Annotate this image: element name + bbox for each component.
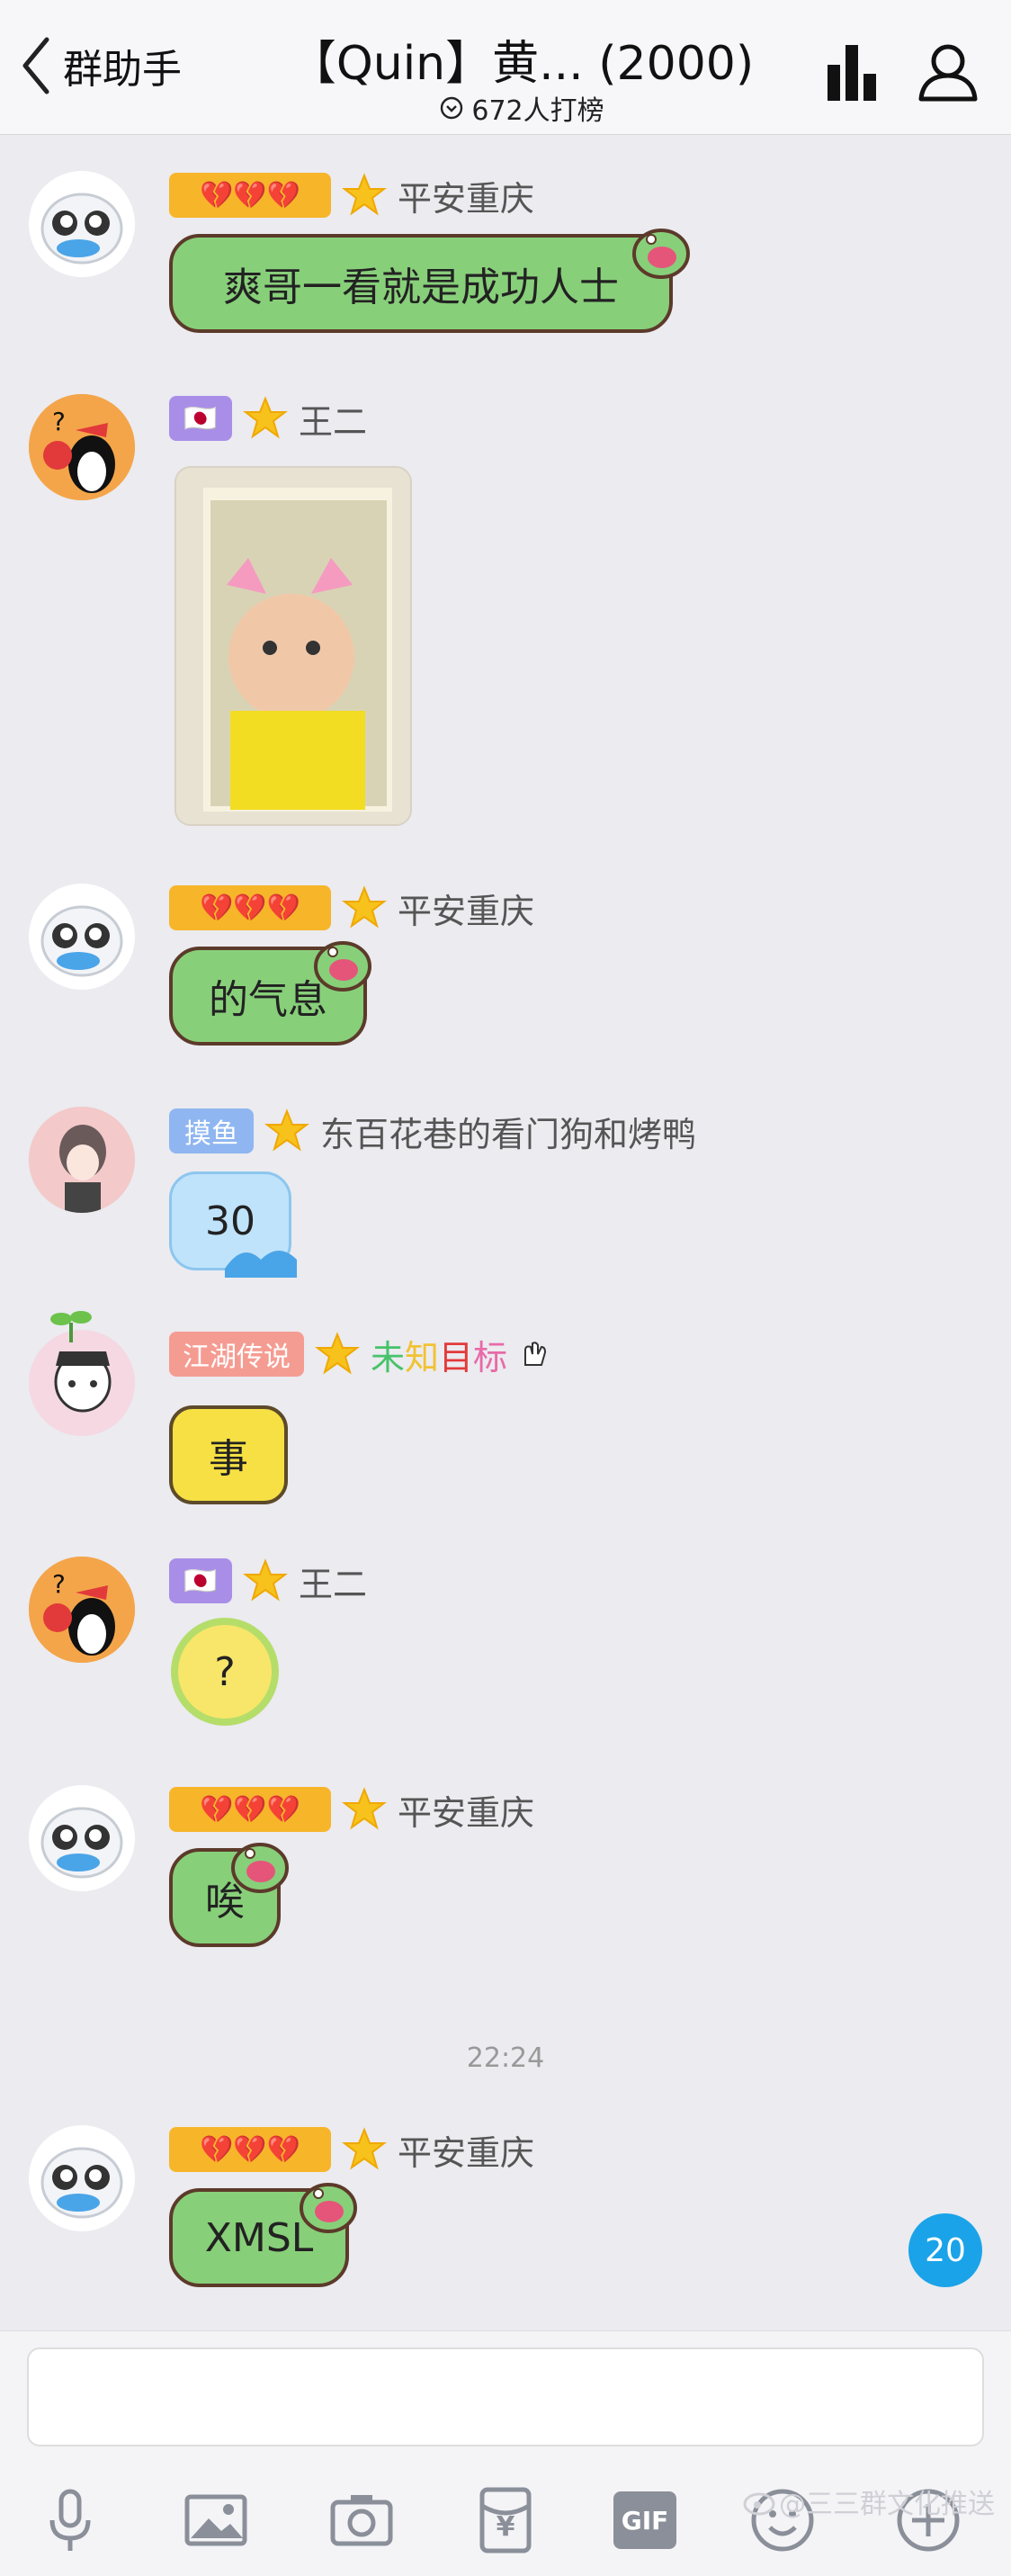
manga-avatar-icon xyxy=(29,1330,135,1436)
name-char: 知 xyxy=(405,1337,440,1378)
sender-name: 东百花巷的看门狗和烤鸭 xyxy=(320,1114,697,1154)
chevron-left-icon xyxy=(22,37,49,94)
panda-avatar-icon xyxy=(29,884,135,990)
watermark-text: @三三群文化推送 xyxy=(779,2489,995,2520)
sender-name: 平安重庆 xyxy=(398,1792,535,1833)
group-members-icon[interactable] xyxy=(914,38,982,106)
avatar[interactable] xyxy=(29,1107,135,1213)
member-badge: 💔💔💔 xyxy=(169,173,331,218)
star-icon xyxy=(342,2127,387,2170)
member-badge: 💔💔💔 xyxy=(169,885,331,930)
avatar[interactable] xyxy=(29,1330,135,1436)
yen-label: ¥ xyxy=(496,2511,515,2543)
anime-avatar-icon xyxy=(29,1107,135,1213)
message-bubble[interactable]: ? xyxy=(171,1618,279,1726)
dino-sticker-icon xyxy=(231,1843,289,1893)
star-icon xyxy=(342,173,387,216)
bar-chart-icon[interactable] xyxy=(820,38,889,106)
star-icon xyxy=(243,1558,288,1602)
message-bubble[interactable]: 爽哥一看就是成功人士 xyxy=(169,234,673,333)
name-char: 目 xyxy=(439,1337,474,1378)
sprout-icon xyxy=(50,1311,92,1342)
star-icon xyxy=(315,1332,360,1375)
timestamp: 22:24 xyxy=(466,2042,545,2074)
star-icon xyxy=(342,885,387,929)
message-list[interactable]: 💔💔💔 平安重庆 爽哥一看就是成功人士 ? 🇯🇵 王二 💔💔💔 平安重庆 的气息… xyxy=(0,135,1011,2330)
panda-avatar-icon xyxy=(29,2125,135,2231)
message-bubble[interactable]: 事 xyxy=(169,1405,288,1504)
sender-name-colorful: 未知目标 xyxy=(371,1330,507,1379)
ranking-text: 672人打榜 xyxy=(471,95,604,127)
hand-wave-icon xyxy=(524,1342,547,1366)
member-badge: 🇯🇵 xyxy=(169,1558,232,1603)
microphone-icon[interactable] xyxy=(34,2484,106,2556)
input-bar: ¥ GIF xyxy=(0,2330,1011,2576)
gif-icon[interactable]: GIF xyxy=(613,2491,676,2549)
member-badge: 摸鱼 xyxy=(169,1108,254,1153)
chat-subtitle[interactable]: 672人打榜 xyxy=(387,88,657,128)
member-badge: 💔💔💔 xyxy=(169,2127,331,2172)
avatar[interactable] xyxy=(29,1785,135,1891)
message-text: 事 xyxy=(209,1436,248,1482)
avatar[interactable] xyxy=(29,884,135,990)
back-button[interactable]: 群助手 xyxy=(18,34,182,97)
svg-text:?: ? xyxy=(52,407,66,436)
dino-sticker-icon xyxy=(300,2183,357,2233)
chat-header: 群助手 【Quin】黄... (2000) 672人打榜 xyxy=(0,0,1011,135)
panda-avatar-icon xyxy=(29,171,135,277)
avatar[interactable]: ? xyxy=(29,1557,135,1663)
weibo-logo-icon xyxy=(743,2492,775,2516)
unread-count-badge[interactable]: 20 xyxy=(908,2213,982,2287)
member-badge: 🇯🇵 xyxy=(169,396,232,441)
message-text: 的气息 xyxy=(209,977,327,1023)
message-input[interactable] xyxy=(27,2347,984,2446)
avatar[interactable] xyxy=(29,171,135,277)
chevron-down-circle-icon xyxy=(441,96,463,120)
penguin-avatar-icon: ? xyxy=(29,394,135,500)
watermark: @三三群文化推送 xyxy=(743,2482,995,2521)
page-title[interactable]: 【Quin】黄... (2000) xyxy=(270,25,774,93)
sender-name: 平安重庆 xyxy=(398,178,535,219)
star-icon xyxy=(243,396,288,439)
sender-name: 平安重庆 xyxy=(398,2132,535,2173)
panda-avatar-icon xyxy=(29,1785,135,1891)
dino-sticker-icon xyxy=(632,229,690,279)
member-badge: 💔💔💔 xyxy=(169,1787,331,1832)
star-icon xyxy=(342,1787,387,1830)
back-label: 群助手 xyxy=(63,47,182,93)
avatar[interactable] xyxy=(29,2125,135,2231)
camera-icon[interactable] xyxy=(326,2484,398,2556)
gif-label: GIF xyxy=(621,2505,669,2536)
red-packet-icon[interactable]: ¥ xyxy=(470,2484,541,2556)
message-text: ? xyxy=(214,1648,236,1695)
member-badge: 江湖传说 xyxy=(169,1332,304,1377)
wave-icon xyxy=(225,1251,297,1278)
dino-sticker-icon xyxy=(314,941,371,992)
star-icon xyxy=(264,1108,309,1152)
sender-name: 王二 xyxy=(299,401,368,442)
name-char: 标 xyxy=(473,1337,508,1378)
photo-message[interactable] xyxy=(174,466,412,826)
svg-text:?: ? xyxy=(52,1569,66,1599)
sender-name: 王二 xyxy=(299,1564,368,1604)
avatar[interactable]: ? xyxy=(29,394,135,500)
message-text: 爽哥一看就是成功人士 xyxy=(223,265,619,310)
image-icon[interactable] xyxy=(180,2484,252,2556)
name-char: 未 xyxy=(371,1337,406,1378)
sender-name: 平安重庆 xyxy=(398,891,535,931)
penguin-avatar-icon: ? xyxy=(29,1557,135,1663)
photo-image xyxy=(176,468,410,824)
